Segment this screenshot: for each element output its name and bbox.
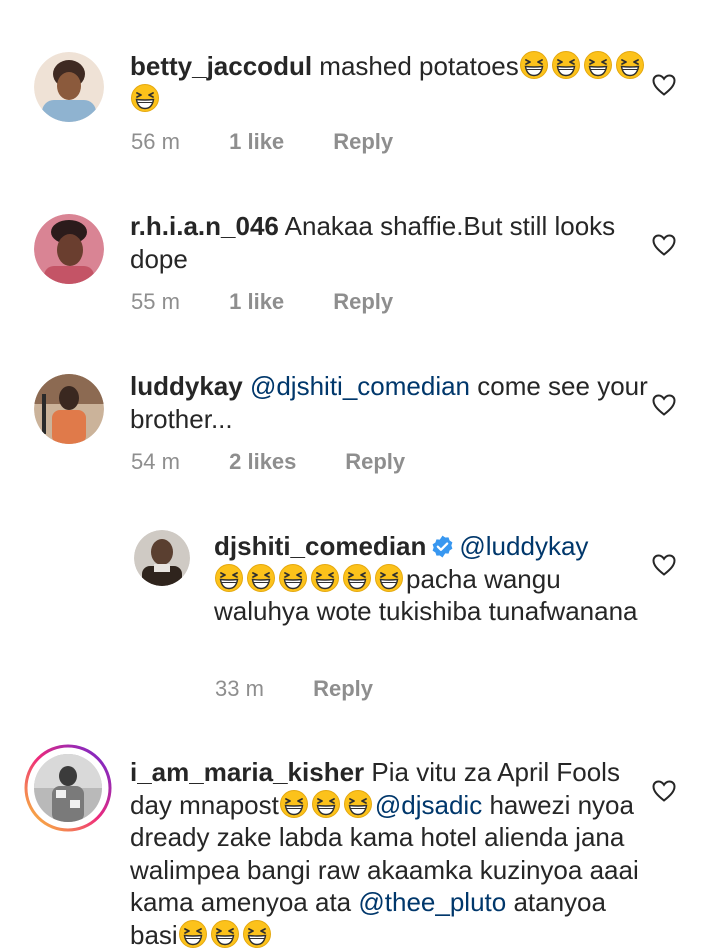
- comment-meta: 33 m Reply: [215, 674, 373, 704]
- heart-icon[interactable]: [652, 780, 676, 802]
- grinning-squinting-face-icon: [279, 789, 308, 818]
- grinning-squinting-face-icon: [311, 789, 340, 818]
- grinning-squinting-face-icon: [210, 919, 239, 948]
- likes-count[interactable]: 1 like: [229, 287, 327, 317]
- comment-username[interactable]: betty_jaccodul: [130, 51, 312, 81]
- story-ring-avatar[interactable]: [24, 744, 112, 832]
- grinning-squinting-face-icon: [131, 83, 159, 112]
- grinning-squinting-face-icon: [242, 919, 271, 948]
- heart-icon[interactable]: [652, 74, 676, 96]
- mention-link[interactable]: @luddykay: [459, 531, 588, 561]
- mention-link[interactable]: @djsadic: [375, 790, 482, 820]
- comment-time: 56 m: [131, 129, 180, 154]
- mention-link[interactable]: @djshiti_comedian: [250, 371, 470, 401]
- reply-button[interactable]: Reply: [313, 674, 373, 704]
- comment-5: i_am_maria_kisher Pia vitu za April Fool…: [0, 720, 720, 952]
- heart-icon[interactable]: [652, 394, 676, 416]
- comment-username[interactable]: luddykay: [130, 371, 243, 401]
- comment-1: betty_jaccodul mashed potatoes 56 m 1 li…: [0, 0, 720, 180]
- verified-badge-icon: [432, 535, 453, 558]
- comment-time: 54 m: [131, 449, 180, 474]
- comment-body: luddykay @djshiti_comedian come see your…: [130, 370, 648, 435]
- grinning-squinting-face-icon: [343, 789, 372, 818]
- reply-button[interactable]: Reply: [345, 447, 405, 477]
- comment-meta: 55 m 1 like Reply: [131, 287, 393, 317]
- grinning-emoji-group: [214, 563, 406, 594]
- comment-3: luddykay @djshiti_comedian come see your…: [0, 340, 720, 500]
- likes-count[interactable]: 2 likes: [229, 447, 339, 477]
- comment-2: r.h.i.a.n_046 Anakaa shaffie.But still l…: [0, 180, 720, 340]
- avatar[interactable]: [134, 530, 190, 586]
- grinning-squinting-face-icon: [519, 51, 548, 79]
- reply-button[interactable]: Reply: [333, 287, 393, 317]
- grinning-squinting-face-icon: [343, 563, 371, 592]
- comment-username[interactable]: i_am_maria_kisher: [130, 757, 364, 787]
- comment-body: r.h.i.a.n_046 Anakaa shaffie.But still l…: [130, 210, 648, 275]
- heart-icon[interactable]: [652, 234, 676, 256]
- avatar[interactable]: [34, 374, 104, 444]
- grinning-squinting-face-icon: [311, 563, 339, 592]
- comment-body: djshiti_comedian @luddykay pacha wangu wa…: [214, 530, 648, 628]
- comment-body: i_am_maria_kisher Pia vitu za April Fool…: [130, 756, 648, 951]
- grinning-squinting-face-icon: [215, 563, 243, 592]
- grinning-emoji-group: [279, 789, 375, 820]
- comment-time: 33 m: [215, 676, 264, 701]
- grinning-squinting-face-icon: [375, 563, 403, 592]
- grinning-squinting-face-icon: [615, 51, 644, 79]
- grinning-squinting-face-icon: [279, 563, 307, 592]
- avatar[interactable]: [34, 214, 104, 284]
- likes-count[interactable]: 1 like: [229, 127, 327, 157]
- comment-meta: 56 m 1 like Reply: [131, 127, 393, 157]
- heart-icon[interactable]: [652, 554, 676, 576]
- avatar[interactable]: [34, 52, 104, 122]
- comment-username[interactable]: djshiti_comedian: [214, 531, 426, 561]
- comment-reply: djshiti_comedian @luddykay pacha wangu wa…: [0, 500, 720, 720]
- comment-body: betty_jaccodul mashed potatoes: [130, 50, 648, 115]
- comment-username[interactable]: r.h.i.a.n_046: [130, 211, 279, 241]
- reply-button[interactable]: Reply: [333, 127, 393, 157]
- comment-meta: 54 m 2 likes Reply: [131, 447, 405, 477]
- grinning-emoji-group: [178, 919, 274, 950]
- grinning-squinting-face-icon: [178, 919, 207, 948]
- grinning-squinting-face-icon: [583, 51, 612, 79]
- mention-link[interactable]: @thee_pluto: [358, 887, 506, 917]
- grinning-squinting-face-icon: [551, 51, 580, 79]
- grinning-squinting-face-icon: [247, 563, 275, 592]
- comment-time: 55 m: [131, 289, 180, 314]
- comment-text: mashed potatoes: [319, 51, 519, 81]
